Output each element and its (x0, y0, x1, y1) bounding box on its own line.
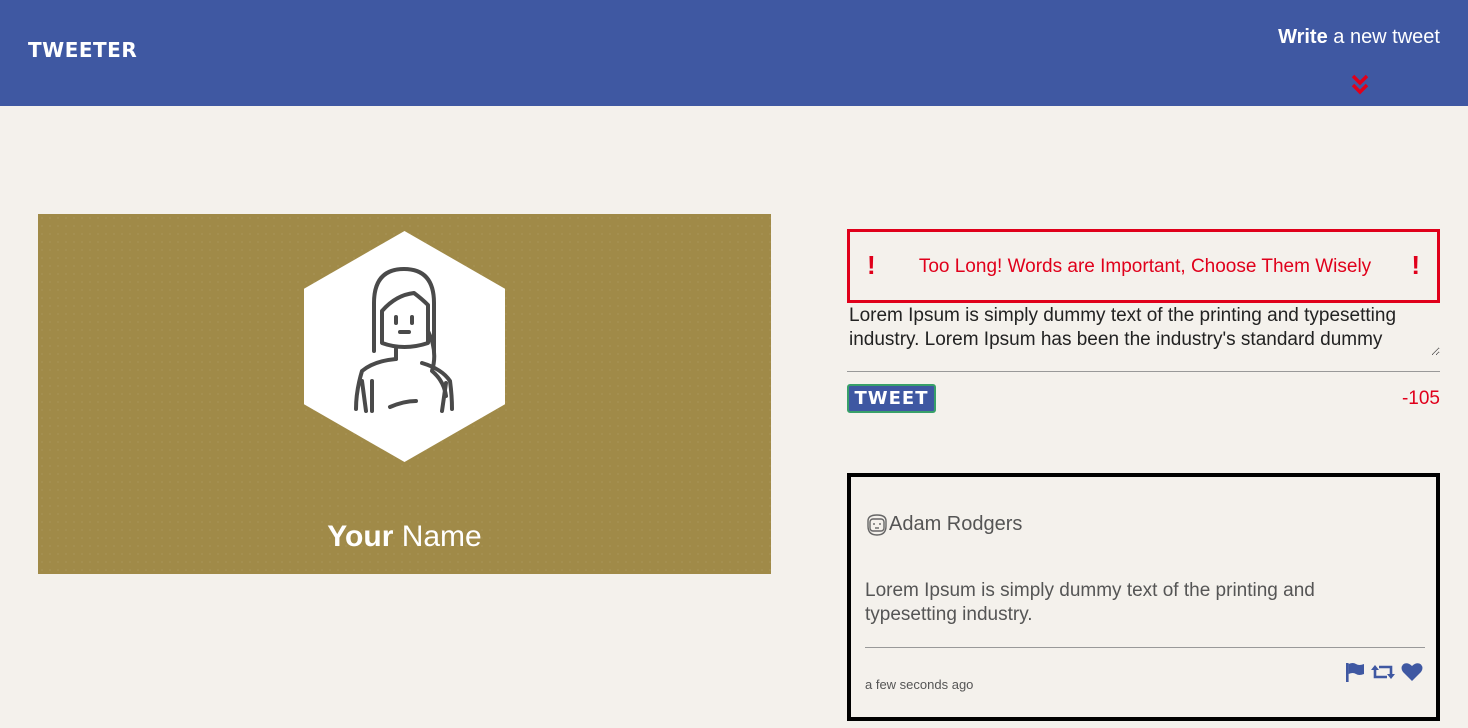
error-message: Too Long! Words are Important, Choose Th… (918, 256, 1372, 277)
write-new-tweet-link[interactable]: Write a new tweet (1278, 26, 1440, 49)
retweet-icon[interactable] (1370, 661, 1396, 683)
tweet-textarea[interactable] (847, 304, 1440, 356)
write-label: Write (1278, 26, 1328, 48)
card-divider (865, 647, 1425, 648)
heart-icon[interactable] (1400, 661, 1424, 683)
character-counter: -105 (1401, 388, 1440, 409)
profile-name-rest: Name (393, 520, 482, 553)
flag-icon[interactable] (1344, 661, 1366, 683)
tweet-actions (1344, 661, 1424, 683)
person-avatar-icon (304, 231, 505, 462)
compose-divider (847, 371, 1440, 372)
tweet-author: Adam Rodgers (889, 513, 1023, 535)
brand-logo[interactable]: TWEETER (28, 38, 137, 62)
tweet-body: Lorem Ipsum is simply dummy text of the … (865, 580, 1315, 625)
top-navbar: TWEETER Write a new tweet (0, 0, 1468, 106)
profile-name: Your Name (38, 520, 771, 554)
double-chevron-down-icon[interactable] (1350, 72, 1370, 96)
user-avatar-icon (867, 514, 887, 536)
tweet-button[interactable]: TWEET (847, 384, 936, 413)
tweet-card: Adam Rodgers Lorem Ipsum is simply dummy… (847, 473, 1440, 721)
profile-name-first: Your (327, 520, 394, 553)
new-tweet-label: a new tweet (1327, 26, 1440, 48)
error-alert: ! Too Long! Words are Important, Choose … (847, 229, 1440, 303)
profile-card: Your Name (38, 214, 771, 574)
tweet-timestamp: a few seconds ago (865, 677, 974, 692)
exclamation-icon: ! (1411, 250, 1420, 280)
